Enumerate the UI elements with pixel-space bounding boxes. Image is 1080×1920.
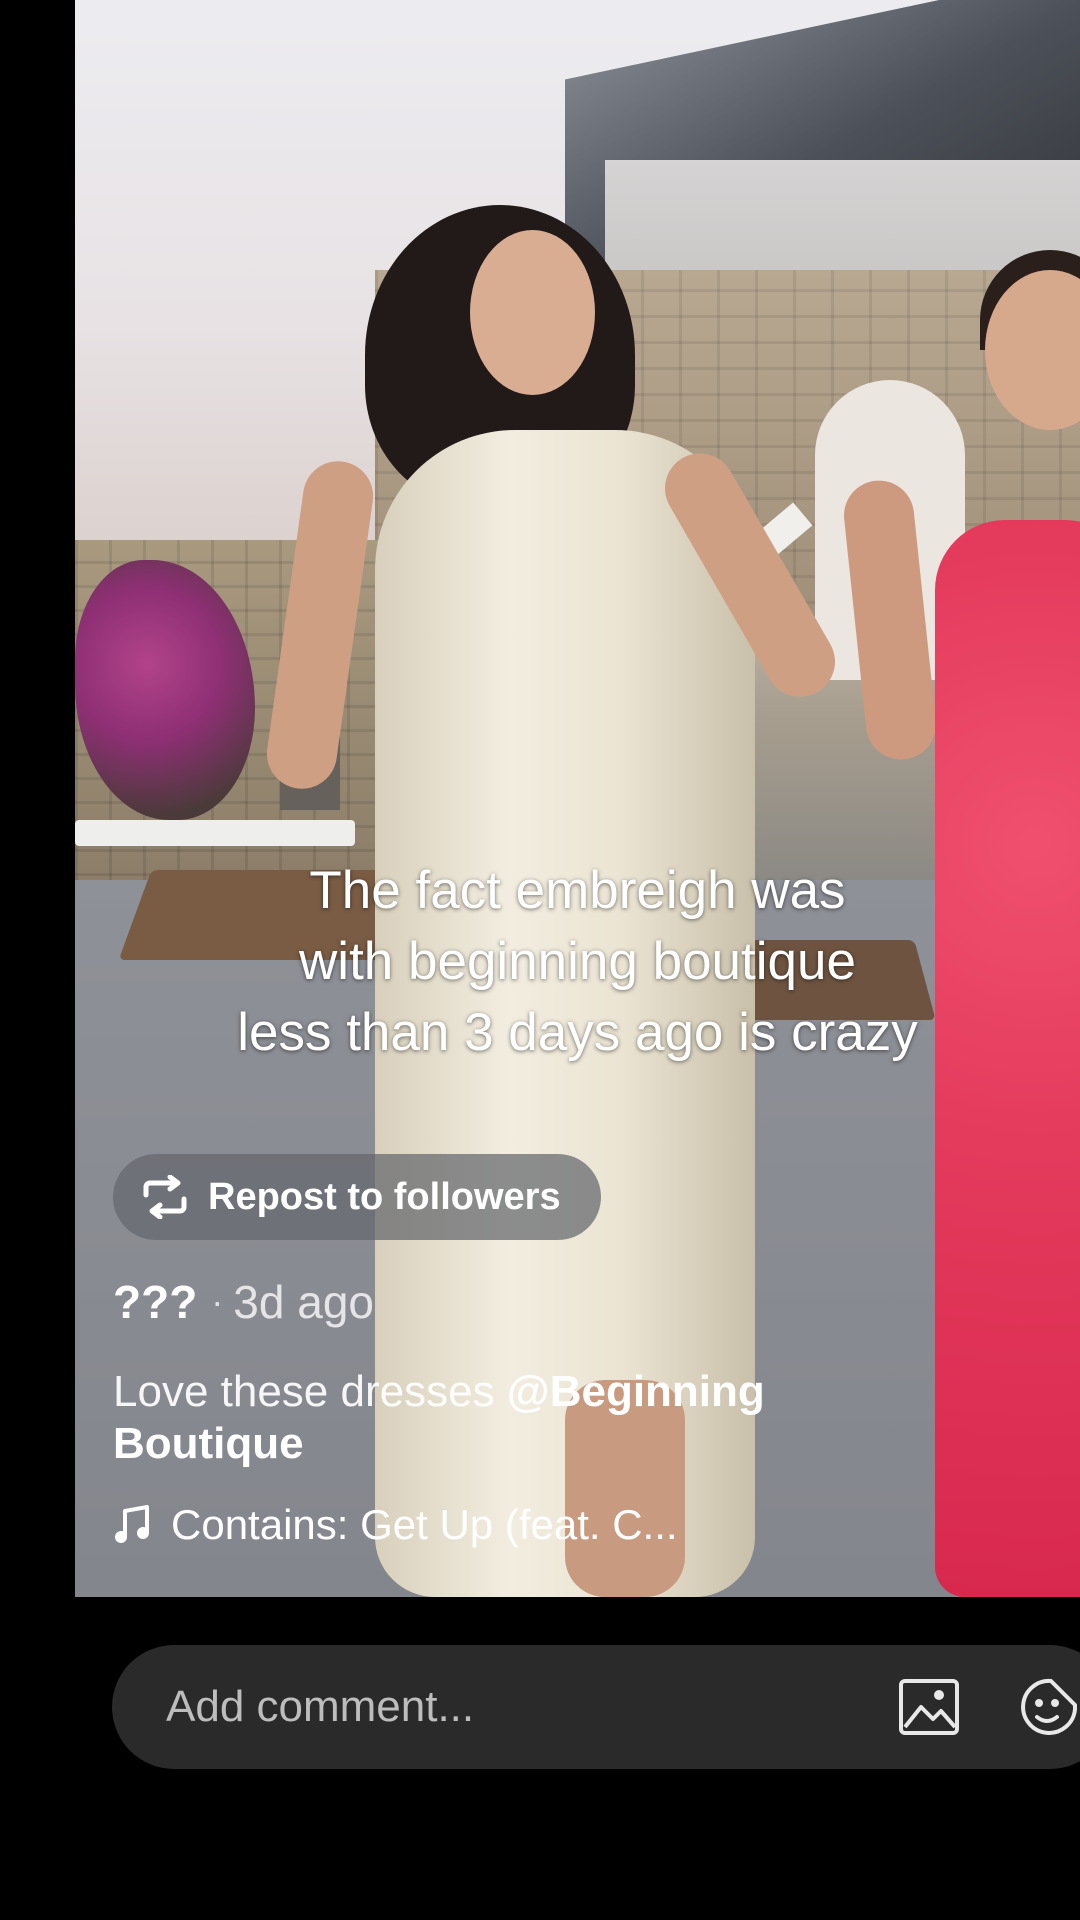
comment-bar: Add comment... — [112, 1645, 1080, 1769]
emoji-icon[interactable] — [1017, 1675, 1080, 1739]
post-meta: ??? · 3d ago — [113, 1274, 374, 1330]
video-player[interactable] — [75, 0, 1080, 1597]
video-caption: The fact embreigh was with beginning bou… — [237, 861, 918, 1062]
video-person-face — [470, 230, 595, 395]
post-description: Love these dresses @Beginning Boutique — [113, 1366, 873, 1470]
repost-icon — [143, 1175, 187, 1219]
video-white-rail — [75, 820, 355, 846]
meta-separator: · — [211, 1281, 224, 1322]
repost-button[interactable]: Repost to followers — [113, 1154, 601, 1240]
music-label: Contains: Get Up (feat. C... — [171, 1501, 678, 1548]
description-text: Love these dresses — [113, 1367, 507, 1416]
music-info[interactable]: Contains: Get Up (feat. C... — [113, 1497, 678, 1553]
repost-label: Repost to followers — [208, 1175, 561, 1218]
username[interactable]: ??? — [113, 1275, 197, 1329]
post-time: 3d ago — [233, 1276, 374, 1328]
image-icon[interactable] — [897, 1675, 961, 1739]
music-note-icon — [115, 1505, 149, 1543]
comment-input[interactable]: Add comment... — [166, 1645, 474, 1769]
